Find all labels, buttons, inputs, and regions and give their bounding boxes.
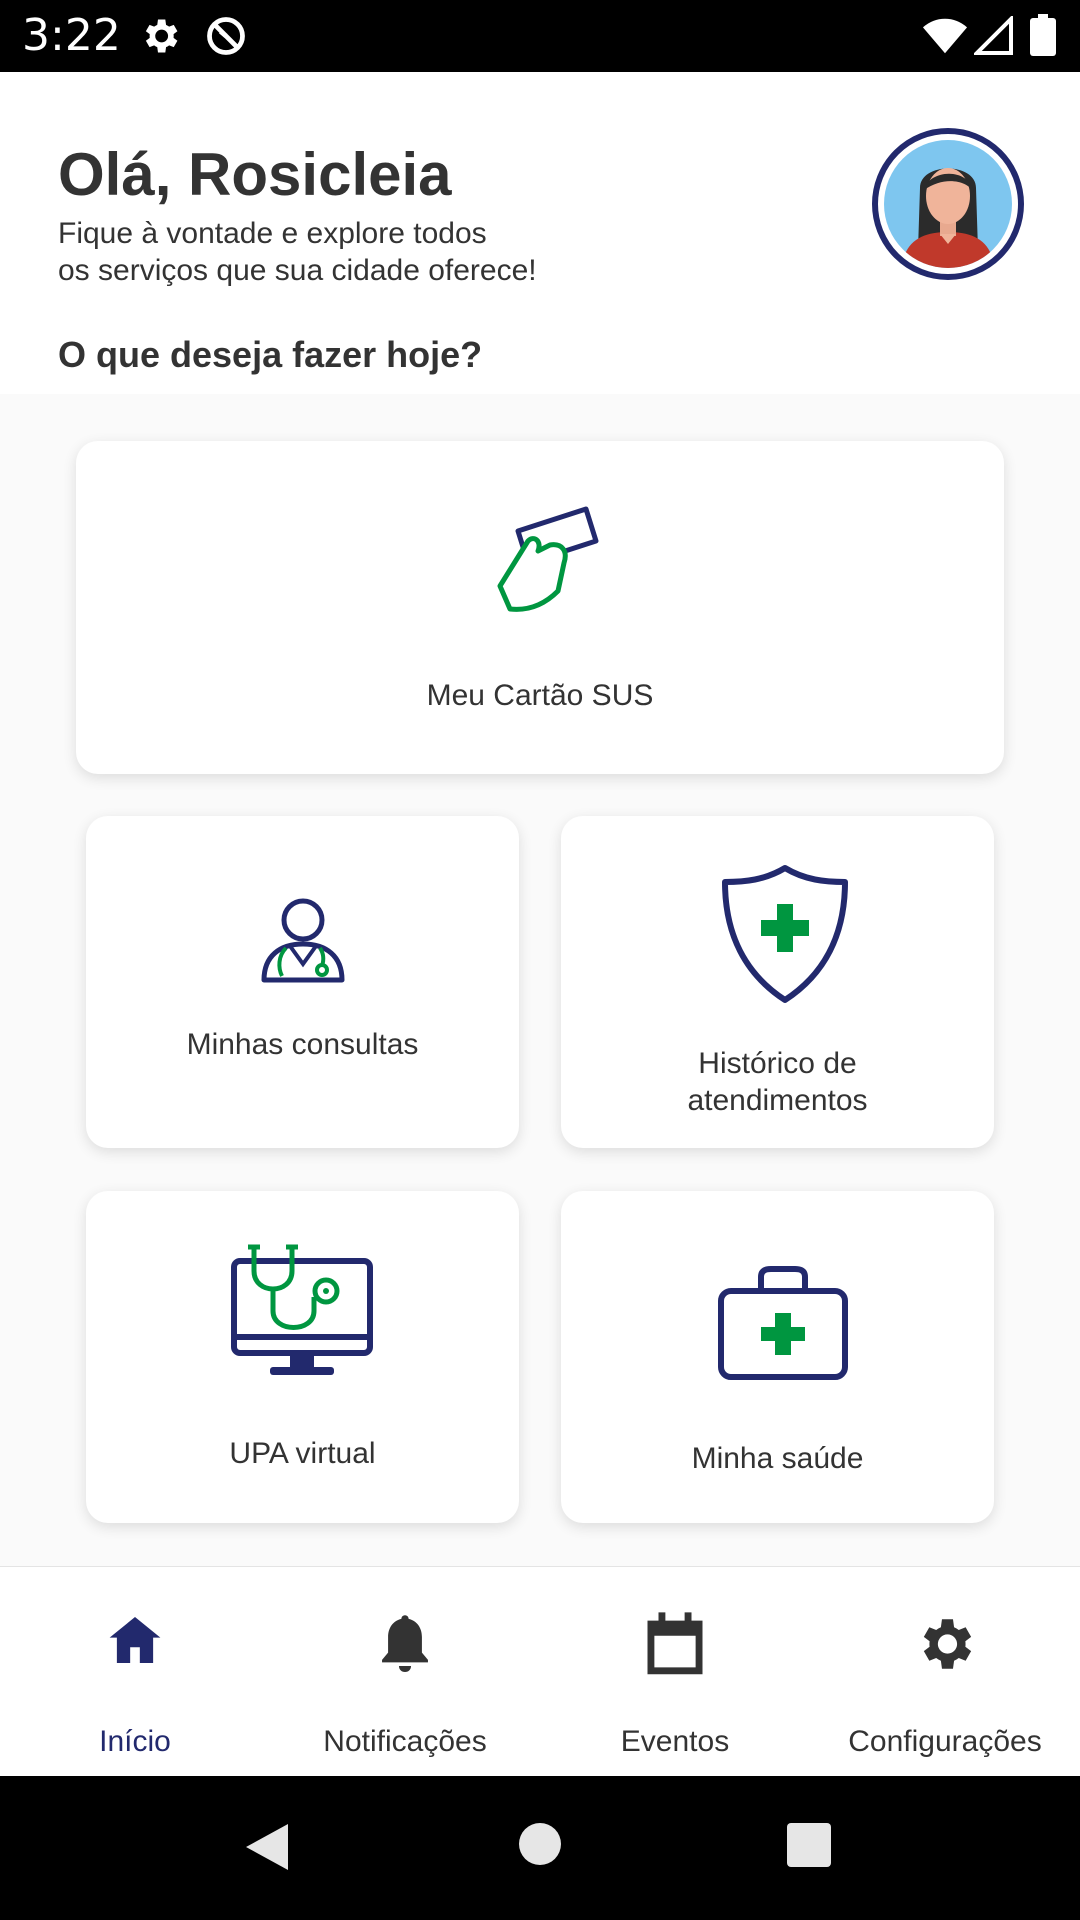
shield-cross-icon — [722, 865, 848, 1003]
nav-label: Eventos — [620, 1725, 730, 1758]
card-label-line: atendimentos — [687, 1084, 868, 1117]
signal-icon — [974, 16, 1013, 55]
hand-card-icon — [497, 506, 599, 612]
home-icon — [109, 1617, 161, 1663]
wifi-icon — [922, 18, 968, 54]
card-label-line: Histórico de — [698, 1047, 857, 1080]
saude-card-button[interactable]: Minha saúde — [561, 1191, 994, 1523]
system-navigation-bar — [0, 1776, 1080, 1920]
medical-kit-icon — [718, 1266, 848, 1380]
bottom-navigation: Início Notificações Eventos Configuraçõe… — [0, 1566, 1080, 1776]
nav-item-eventos[interactable]: Eventos — [540, 1567, 810, 1777]
bell-icon — [382, 1615, 428, 1672]
card-label: Histórico de atendimentos — [561, 1045, 994, 1119]
card-label: UPA virtual — [229, 1437, 376, 1470]
nav-item-configuracoes[interactable]: Configurações — [810, 1567, 1080, 1777]
section-question: O que deseja fazer hoje? — [58, 334, 483, 375]
avatar[interactable] — [872, 128, 1024, 280]
nav-label: Configurações — [848, 1725, 1042, 1758]
do-not-disturb-icon — [207, 17, 245, 55]
nav-item-notificacoes[interactable]: Notificações — [270, 1567, 540, 1777]
back-icon[interactable] — [244, 1822, 290, 1872]
settings-icon — [145, 19, 178, 53]
card-label: Minhas consultas — [186, 1028, 419, 1061]
gear-icon — [923, 1619, 972, 1669]
consultas-card-button[interactable]: Minhas consultas — [86, 816, 519, 1148]
nav-item-inicio[interactable]: Início — [0, 1567, 270, 1777]
header: Olá, Rosicleia Fique à vontade e explore… — [0, 72, 1080, 394]
user-avatar-icon — [902, 168, 994, 268]
subtitle-line: Fique à vontade e explore todos — [58, 217, 487, 250]
nav-label: Notificações — [323, 1725, 487, 1758]
nav-label: Início — [99, 1725, 171, 1758]
historico-card-button[interactable]: Histórico de atendimentos — [561, 816, 994, 1148]
greeting-subtitle: Fique à vontade e explore todos os servi… — [58, 215, 678, 289]
card-label: Meu Cartão SUS — [426, 679, 654, 712]
avatar-image — [884, 140, 1012, 268]
recents-icon[interactable] — [786, 1822, 832, 1868]
card-label: Minha saúde — [691, 1442, 864, 1475]
home-circle-icon[interactable] — [518, 1822, 562, 1866]
greeting-title: Olá, Rosicleia — [58, 141, 452, 208]
upa-card-button[interactable]: UPA virtual — [86, 1191, 519, 1523]
battery-icon — [1030, 14, 1056, 56]
calendar-icon — [647, 1612, 703, 1675]
status-time: 3:22 — [22, 10, 121, 61]
doctor-icon — [261, 898, 345, 983]
status-bar: 3:22 — [0, 0, 1080, 72]
subtitle-line: os serviços que sua cidade oferece! — [58, 254, 537, 287]
sus-card-button[interactable]: Meu Cartão SUS — [76, 441, 1004, 774]
monitor-stethoscope-icon — [231, 1244, 373, 1375]
